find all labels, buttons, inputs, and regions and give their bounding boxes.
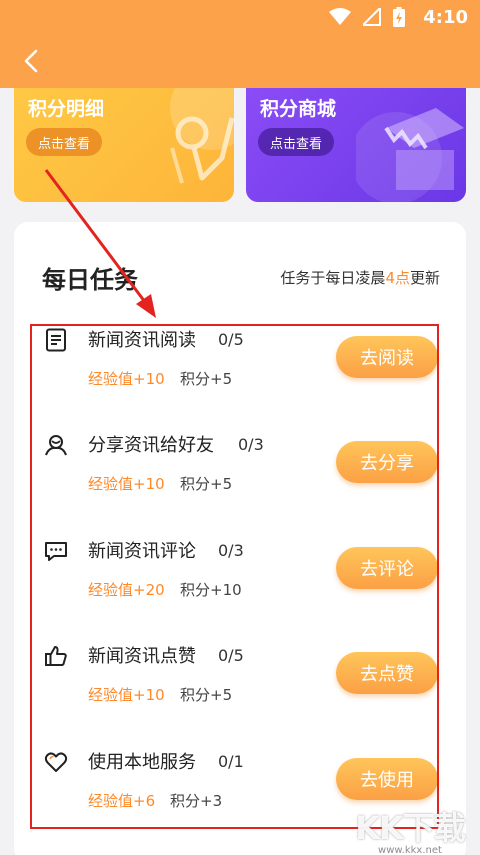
screen: 4:10 积分明细 点击查看 积分商城 点击查看 每日任务 任务于每日凌晨4点更…	[0, 0, 480, 855]
annotation-arrow-icon	[44, 169, 156, 318]
watermark-logo: KK下载 www.kkx.net	[346, 803, 474, 855]
watermark-text: KK下载	[355, 809, 466, 847]
